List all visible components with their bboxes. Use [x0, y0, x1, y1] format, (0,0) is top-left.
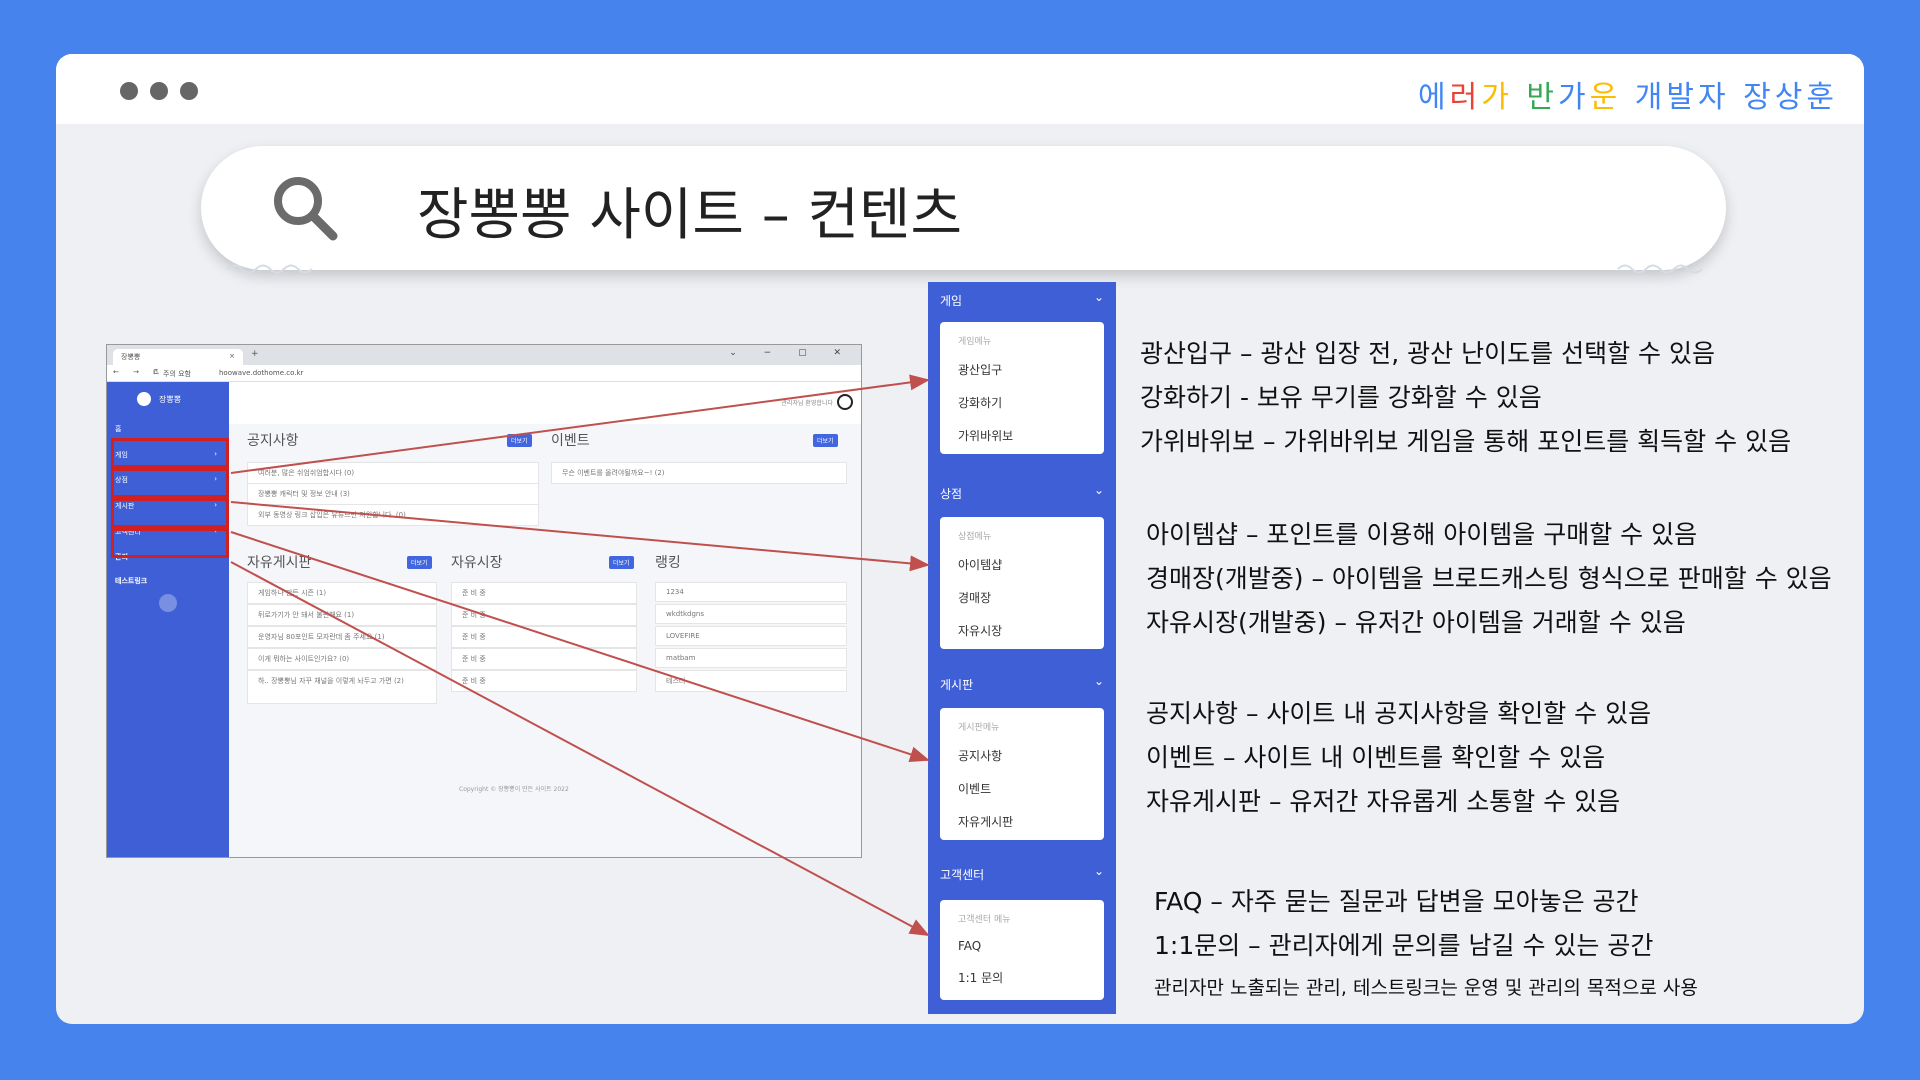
arrow-support	[230, 561, 930, 936]
arrow-board	[230, 531, 930, 763]
slide-card: 에러가 반가운 개발자 장상훈 장뽕뽕 사이트 – 컨텐츠 장뽕뽕 × + ⌄ …	[56, 54, 1864, 1024]
arrow-shop	[230, 501, 930, 572]
arrow-game	[230, 374, 930, 474]
annotation-arrows	[230, 374, 930, 936]
